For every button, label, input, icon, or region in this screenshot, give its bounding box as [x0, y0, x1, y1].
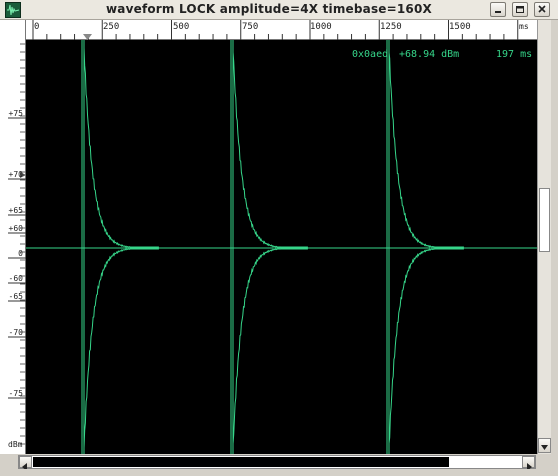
ruler-tick-label: 1250: [380, 22, 402, 32]
ruler-tick-label: 750: [242, 22, 259, 32]
horizontal-scrollbar[interactable]: [18, 455, 536, 471]
vertical-scrollbar[interactable]: [537, 20, 551, 454]
ruler-tick-label: 500: [173, 22, 190, 32]
axis-label: +60: [8, 224, 23, 233]
time-ruler[interactable]: 0 250 500 750 1000 1250 1500 ms: [26, 20, 537, 40]
decay-envelope-lower: [232, 248, 308, 444]
axis-label: -60: [8, 274, 23, 283]
horizontal-scroll-thumb[interactable]: [33, 457, 449, 467]
axis-unit: dBm: [8, 440, 23, 449]
cursor-readout: 0x0aed +68.94 dBm 197 ms: [352, 49, 532, 63]
axis-label: -65: [8, 292, 23, 301]
window-title: waveform LOCK amplitude=4X timebase=160X: [106, 2, 432, 16]
maximize-button[interactable]: [512, 2, 528, 17]
readout-level: +68.94 dBm: [399, 49, 460, 60]
waveform-trace: [26, 40, 537, 454]
scroll-left-button[interactable]: [19, 456, 32, 471]
scroll-right-button[interactable]: [522, 456, 535, 471]
axis-label: -75: [8, 389, 23, 398]
close-icon: [538, 5, 546, 13]
ruler-tick-label: 1500: [449, 22, 471, 32]
vertical-scroll-thumb[interactable]: [539, 188, 550, 252]
readout-sample-id: 0x0aed: [352, 49, 389, 60]
ruler-tick-label: 250: [103, 22, 120, 32]
close-button[interactable]: [534, 2, 550, 17]
axis-label: +65: [8, 206, 23, 215]
waveform-plot[interactable]: 0x0aed +68.94 dBm 197 ms: [26, 40, 537, 454]
window-frame: [551, 20, 558, 476]
decay-envelope-upper: [83, 47, 159, 248]
decay-envelope-upper: [232, 52, 308, 248]
axis-label: +70: [8, 170, 23, 179]
ruler-tick-label: 1000: [310, 22, 332, 32]
scroll-down-button[interactable]: [538, 438, 551, 453]
amplitude-axis: +75 +70 +65 +60 0 -60 -65 -70 -75 dBm: [0, 20, 26, 454]
window-frame: [0, 469, 558, 476]
minimize-button[interactable]: [490, 2, 506, 17]
decay-envelope-lower: [388, 248, 464, 444]
readout-time: 197 ms: [496, 49, 533, 60]
axis-label: 0: [18, 249, 23, 258]
decay-envelope-lower: [83, 248, 159, 449]
title-bar[interactable]: waveform LOCK amplitude=4X timebase=160X: [0, 0, 558, 20]
axis-label: +75: [8, 109, 23, 118]
ruler-tick-label: 0: [34, 22, 40, 32]
ruler-unit: ms: [519, 22, 529, 31]
arrow-down-icon: [541, 445, 548, 450]
minimize-icon: [495, 11, 501, 13]
decay-envelope-upper: [388, 52, 464, 248]
maximize-icon: [516, 6, 524, 13]
axis-label: -70: [8, 328, 23, 337]
